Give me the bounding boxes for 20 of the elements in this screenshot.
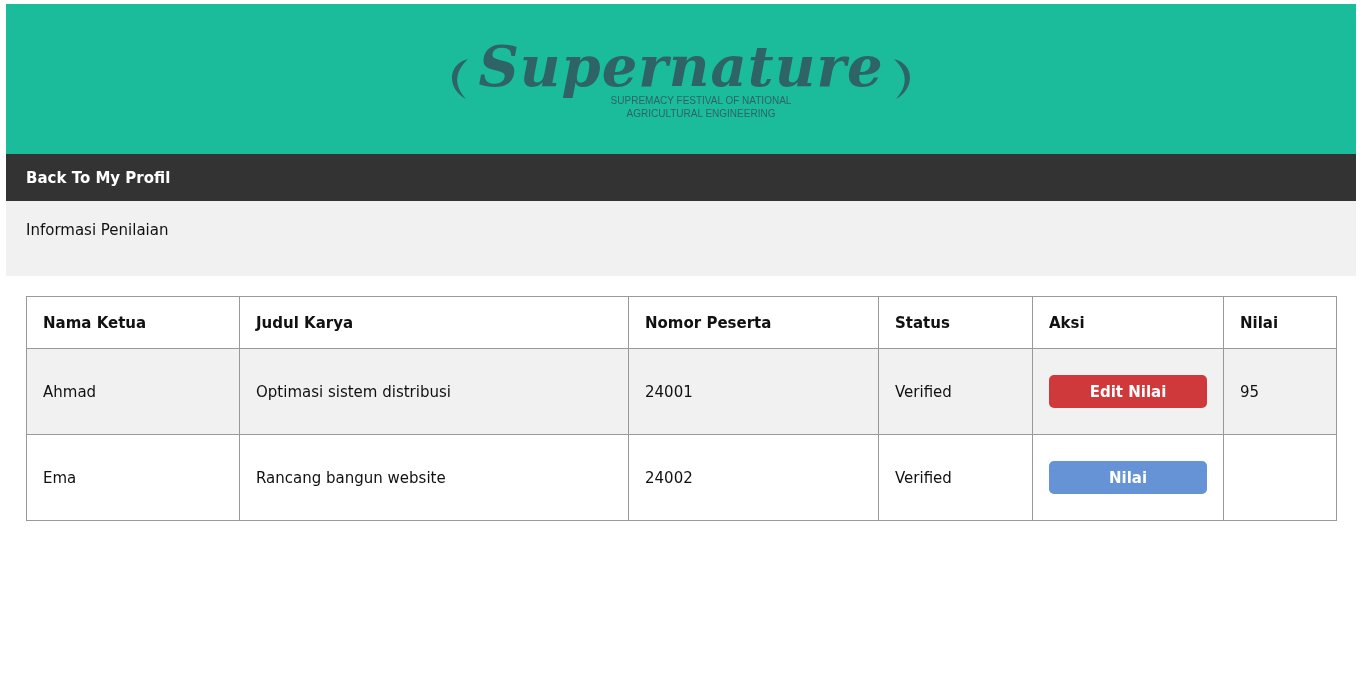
column-header: Status [878, 296, 1033, 349]
edit-score-button[interactable]: Edit Nilai [1049, 375, 1207, 408]
table-cell: Ahmad [26, 348, 240, 435]
table-cell: 95 [1223, 348, 1337, 435]
table-cell: Rancang bangun website [239, 434, 629, 521]
score-button[interactable]: Nilai [1049, 461, 1207, 494]
column-header: Judul Karya [239, 296, 629, 349]
logo-tagline: SUPREMACY FESTIVAL OF NATIONAL AGRICULTURAL ENGINEERING [610, 95, 792, 120]
section-title: Informasi Penilaian [26, 221, 170, 239]
table-cell: Optimasi sistem distribusi [239, 348, 629, 435]
column-header: Aksi [1032, 296, 1224, 349]
column-header: Nilai [1223, 296, 1337, 349]
table-cell: Verified [878, 348, 1033, 435]
table-cell: 24002 [628, 434, 879, 521]
back-link[interactable]: Back To My Profil [26, 168, 171, 187]
table-cell: Ema [26, 434, 240, 521]
table-cell: Verified [878, 434, 1033, 521]
column-header: Nomor Peserta [628, 296, 879, 349]
column-header: Nama Ketua [26, 296, 240, 349]
table-cell: 24001 [628, 348, 879, 435]
